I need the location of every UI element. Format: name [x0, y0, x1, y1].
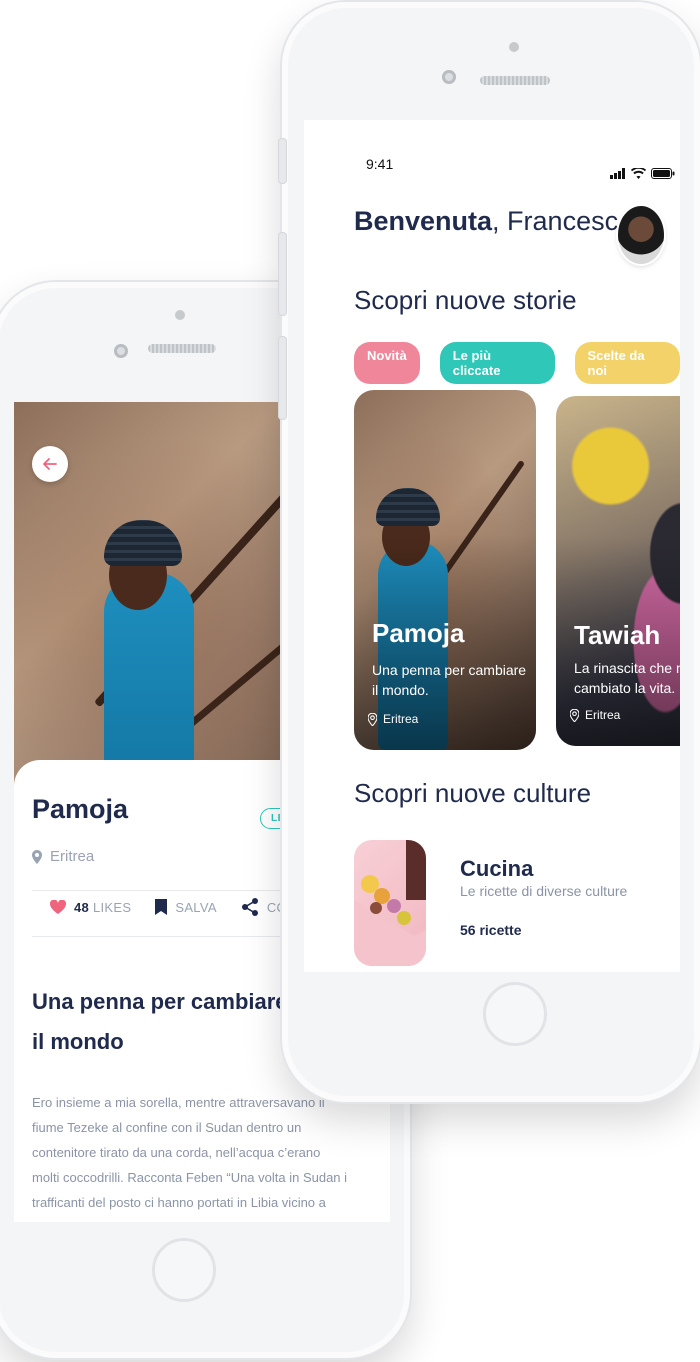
greeting-name: , Francesca: [492, 206, 634, 236]
culture-recipe-count: 56 ricette: [460, 922, 522, 938]
action-bar: 48 LIKES SALVA CO: [50, 898, 287, 916]
story-card-pamoja[interactable]: Pamoja Una penna per cambiare il mondo. …: [354, 390, 536, 750]
tag-scelte-da-noi[interactable]: Scelte da noi: [574, 342, 680, 384]
camera-lens: [442, 70, 456, 84]
story-location-label: Eritrea: [50, 848, 95, 865]
stories-title-rest: nuove storie: [427, 285, 577, 315]
home-button[interactable]: [152, 1238, 216, 1302]
back-button[interactable]: [32, 446, 68, 482]
story-location: Eritrea: [32, 848, 94, 865]
phone-front-device: 9:41 Benvenuta, Francesca Scopri nuove s…: [278, 2, 700, 1102]
arrow-left-icon: [43, 458, 57, 470]
story-name: Pamoja: [372, 618, 465, 648]
story-name: Tawiah: [574, 620, 661, 650]
location-pin-icon: [368, 712, 377, 726]
cultures-title-rest: nuove culture: [427, 778, 592, 808]
volume-down-button: [278, 336, 287, 420]
cultures-section-title: Scopri nuove culture: [354, 778, 591, 809]
save-label: SALVA: [175, 899, 217, 915]
status-time: 9:41: [366, 156, 394, 172]
story-location: Eritrea: [368, 712, 418, 726]
camera-lens: [114, 344, 128, 358]
culture-subtitle: Le ricette di diverse culture: [460, 883, 628, 899]
story-description: La rinascita che mi ha cambiato la vita.: [574, 660, 680, 696]
cultures-title-lead: Scopri: [354, 778, 428, 808]
likes-label: LIKES: [92, 899, 132, 915]
location-pin-icon: [570, 708, 579, 722]
home-button[interactable]: [483, 982, 547, 1046]
greeting-bold: Benvenuta: [354, 206, 493, 236]
front-camera: [509, 42, 519, 52]
filter-tags: Novità Le più cliccate Scelte da noi: [354, 342, 680, 384]
story-card-tawiah[interactable]: Tawiah La rinascita che mi ha cambiato l…: [556, 396, 680, 746]
heart-icon: [50, 900, 66, 914]
story-description: Una penna per cambiare il mondo.: [372, 662, 527, 698]
macarons-image: [354, 840, 426, 966]
tag-novita[interactable]: Novità: [354, 342, 420, 384]
wifi-icon: [631, 168, 646, 179]
stories-title-lead: Scopri: [354, 285, 428, 315]
signal-icon: [610, 168, 625, 179]
earpiece-speaker: [480, 76, 550, 85]
earpiece-speaker: [148, 344, 216, 353]
bookmark-icon: [155, 899, 168, 915]
avatar[interactable]: [618, 206, 664, 264]
save-button[interactable]: SALVA: [155, 899, 217, 915]
likes-count: 48: [74, 899, 90, 915]
story-title: Pamoja: [32, 794, 129, 824]
greeting: Benvenuta, Francesca: [354, 206, 633, 237]
volume-up-button: [278, 232, 287, 316]
battery-icon: [651, 168, 675, 179]
status-icons: [610, 168, 675, 179]
share-icon: [241, 898, 258, 916]
photo-subject-hat: [104, 520, 182, 566]
front-camera: [175, 310, 185, 320]
mute-switch: [278, 138, 287, 184]
tag-piu-cliccate[interactable]: Le più cliccate: [439, 342, 555, 384]
story-location: Eritrea: [570, 708, 620, 722]
story-location-label: Eritrea: [585, 708, 621, 722]
home-screen: 9:41 Benvenuta, Francesca Scopri nuove s…: [304, 120, 680, 972]
like-button[interactable]: 48 LIKES: [50, 900, 131, 915]
article-title: Una penna per cambiare il mondo: [32, 989, 288, 1054]
share-button[interactable]: CO: [241, 898, 287, 916]
stories-section-title: Scopri nuove storie: [354, 285, 577, 316]
story-location-label: Eritrea: [383, 712, 419, 726]
status-bar: 9:41: [304, 120, 680, 180]
culture-name: Cucina: [460, 856, 534, 881]
location-pin-icon: [32, 849, 42, 864]
culture-thumbnail[interactable]: [354, 840, 426, 966]
article-body: Ero insieme a mia sorella, mentre attrav…: [32, 1095, 348, 1222]
